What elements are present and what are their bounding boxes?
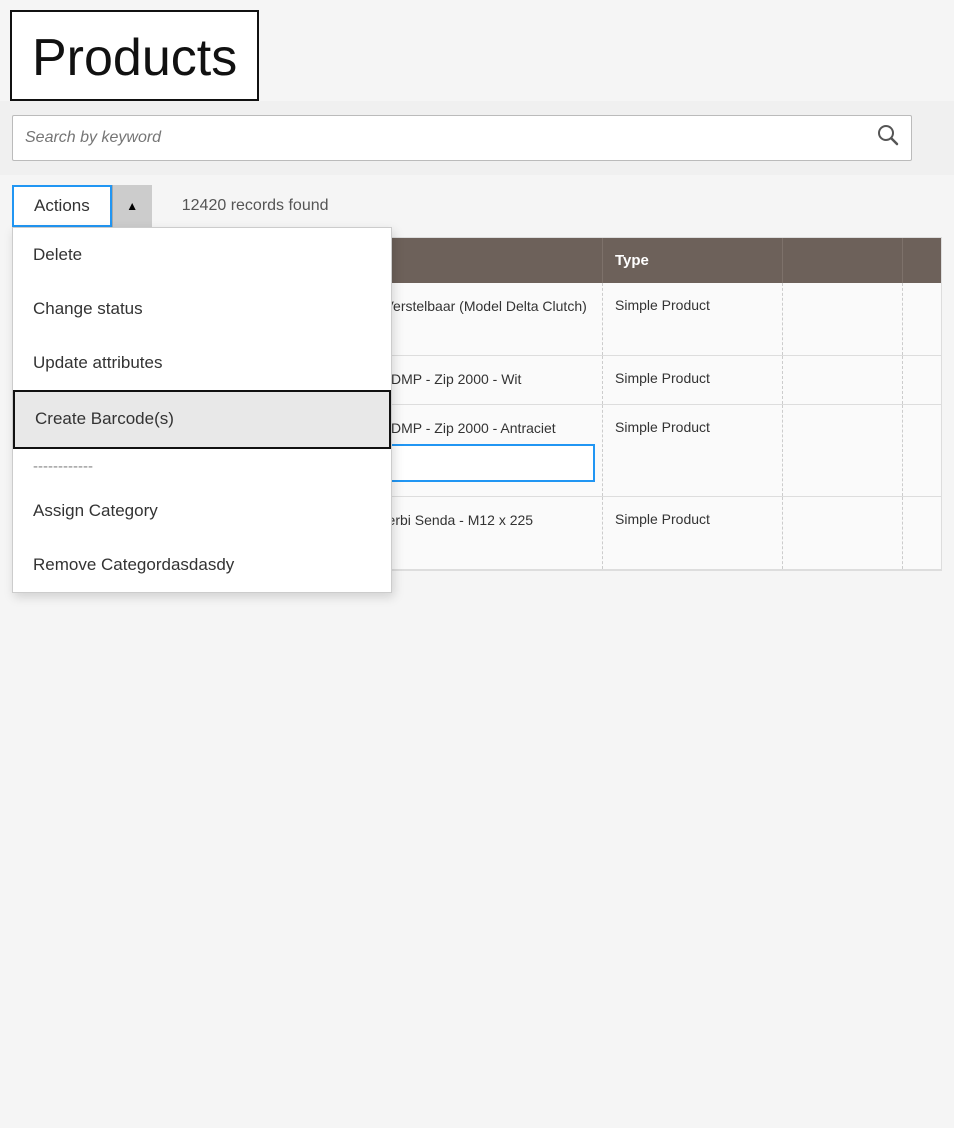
dropdown-item-create-barcodes[interactable]: Create Barcode(s): [13, 390, 391, 448]
actions-arrow-button[interactable]: ▲: [112, 185, 152, 227]
row4-type: Simple Product: [603, 497, 783, 569]
col-type: Type: [603, 238, 783, 283]
dropdown-separator: ------------: [13, 449, 391, 485]
actions-dropdown-menu: Delete Change status Update attributes C…: [12, 227, 392, 593]
actions-dropdown-wrapper: Actions ▲ Delete Change status Update at…: [12, 185, 152, 227]
search-input[interactable]: [25, 129, 877, 147]
row3-type: Simple Product: [603, 405, 783, 497]
actions-label: Actions: [14, 196, 110, 216]
toolbar-row: Actions ▲ Delete Change status Update at…: [0, 175, 954, 237]
dropdown-item-delete[interactable]: Delete: [13, 228, 391, 282]
dropdown-item-assign-category[interactable]: Assign Category: [13, 484, 391, 538]
col-action: [783, 238, 903, 283]
page-header: Products: [10, 10, 259, 101]
actions-button[interactable]: Actions: [12, 185, 112, 227]
arrow-up-icon: ▲: [126, 199, 138, 213]
row1-action: [783, 283, 903, 355]
search-bar-area: [0, 101, 954, 175]
dropdown-item-update-attributes[interactable]: Update attributes: [13, 336, 391, 390]
row3-action: [783, 405, 903, 497]
row1-type: Simple Product: [603, 283, 783, 355]
page-title: Products: [32, 30, 237, 87]
search-bar-wrapper: [12, 115, 912, 161]
records-count: 12420 records found: [182, 197, 329, 215]
row2-action: [783, 356, 903, 404]
search-icon: [877, 124, 899, 152]
row2-type: Simple Product: [603, 356, 783, 404]
dropdown-item-change-status[interactable]: Change status: [13, 282, 391, 336]
dropdown-item-remove-category[interactable]: Remove Categordasdasdy: [13, 538, 391, 592]
row4-action: [783, 497, 903, 569]
